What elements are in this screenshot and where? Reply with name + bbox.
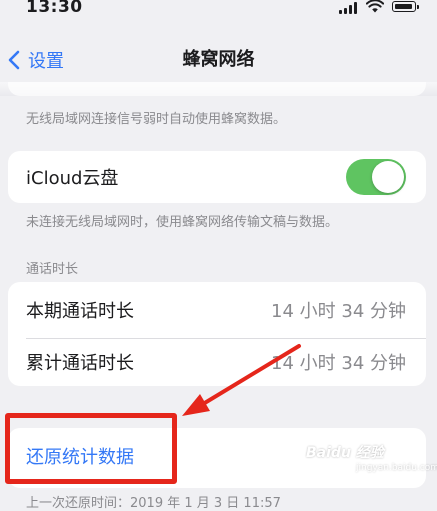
battery-icon (392, 1, 419, 12)
baidu-watermark-url: jingyan.baidu.com (356, 463, 437, 473)
toggle-knob (372, 161, 404, 193)
icloud-drive-toggle[interactable] (346, 159, 406, 195)
lifetime-call-time-label: 累计通话时长 (26, 353, 134, 374)
last-reset-footnote: 上一次还原时间：2019 年 1 月 3 日 11:57 (26, 496, 281, 511)
lifetime-call-time-row: 累计通话时长 14 小时 34 分钟 (8, 338, 426, 386)
call-time-card: 本期通话时长 14 小时 34 分钟 累计通话时长 14 小时 34 分钟 (8, 282, 426, 386)
call-time-section-header: 通话时长 (26, 262, 79, 277)
lifetime-call-time-value: 14 小时 34 分钟 (271, 353, 406, 374)
icloud-drive-card: iCloud云盘 (8, 151, 426, 203)
current-period-call-time-value: 14 小时 34 分钟 (271, 301, 406, 322)
annotation-highlight-box (5, 413, 177, 484)
baidu-watermark: Baidu 经验 (306, 445, 384, 461)
status-bar: 13:30 (0, 0, 437, 24)
icloud-drive-row: iCloud云盘 (8, 151, 426, 203)
icloud-drive-label: iCloud云盘 (26, 168, 119, 189)
current-period-call-time-label: 本期通话时长 (26, 301, 134, 322)
previous-card-bottom (8, 82, 426, 96)
wifi-assist-footnote: 无线局域网连接信号弱时自动使用蜂窝数据。 (26, 112, 287, 127)
status-time: 13:30 (26, 0, 83, 17)
navigation-bar: 设置 蜂窝网络 (0, 38, 437, 82)
icloud-drive-footnote: 未连接无线局域网时，使用蜂窝网络传输文稿与数据。 (26, 215, 339, 230)
current-period-call-time-row: 本期通话时长 14 小时 34 分钟 (8, 282, 426, 338)
page-title: 蜂窝网络 (182, 49, 255, 70)
cellular-signal-icon (339, 2, 361, 14)
wifi-icon (366, 0, 384, 13)
